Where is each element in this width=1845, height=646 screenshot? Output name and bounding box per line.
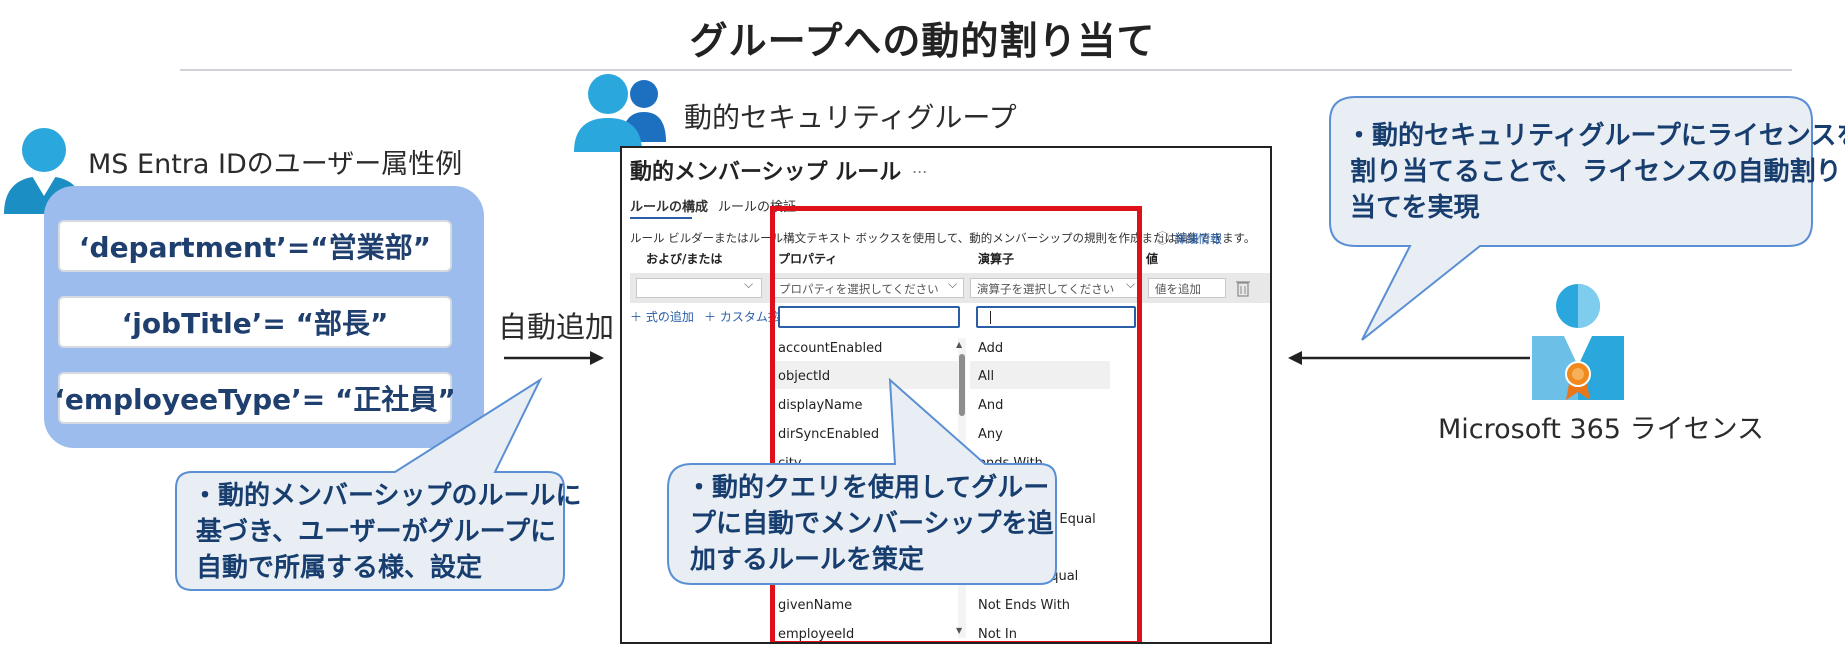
arrow-left-icon [1288, 351, 1530, 365]
middle-callout-line-3: 加するルールを策定 [690, 545, 925, 575]
license-icon [1532, 284, 1624, 400]
right-callout-line-2: 割り当てることで、ライセンスの自動割り [1350, 157, 1842, 187]
middle-callout-line-2: プに自動でメンバーシップを追 [690, 509, 1054, 539]
middle-callout-line-1: ・動的クエリを使用してグルー [686, 473, 1050, 503]
right-callout-line-3: 当てを実現 [1350, 193, 1480, 223]
license-label: Microsoft 365 ライセンス [1438, 414, 1765, 445]
right-callout-line-1: ・動的セキュリティグループにライセンスを [1346, 121, 1845, 151]
